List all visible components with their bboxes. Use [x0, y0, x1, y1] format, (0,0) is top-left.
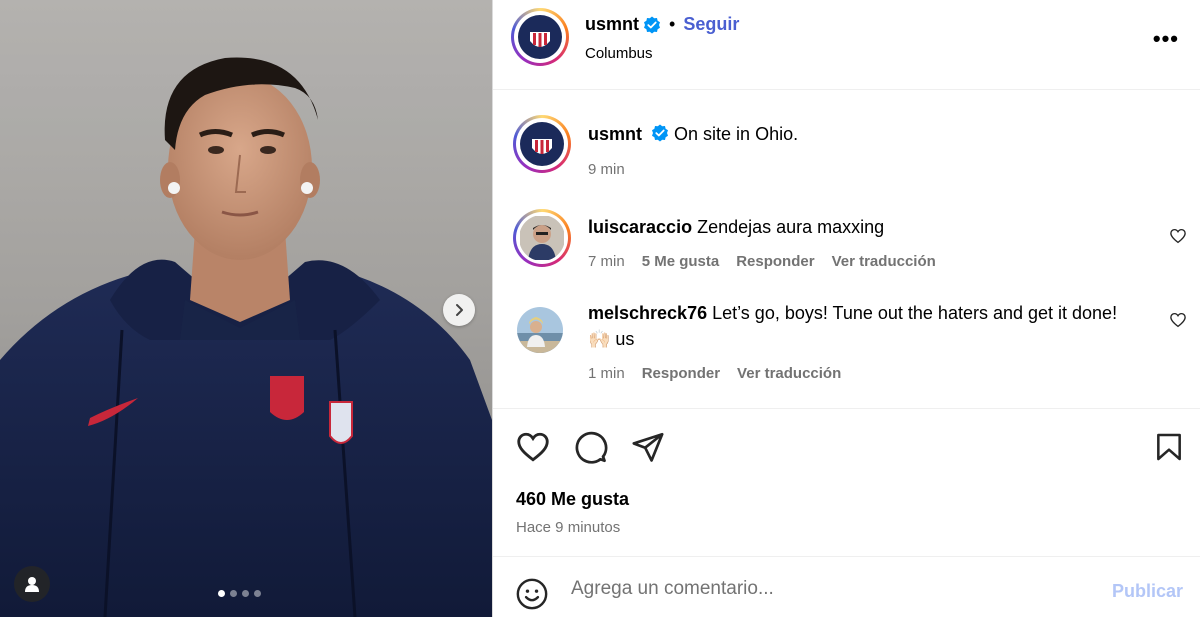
comment-meta: 7 min 5 Me gusta Responder Ver traducció…: [588, 253, 936, 270]
publish-button[interactable]: Publicar: [1112, 581, 1183, 602]
comment-time[interactable]: 7 min: [588, 253, 625, 270]
carousel-dot: [218, 590, 225, 597]
more-options-button[interactable]: •••: [1153, 26, 1179, 52]
caption-avatar[interactable]: [513, 115, 571, 173]
carousel-dot: [242, 590, 249, 597]
user-tag-icon: [25, 577, 39, 592]
carousel-indicator: [218, 590, 261, 597]
comment-composer: Publicar: [493, 556, 1200, 617]
verified-icon: [652, 124, 669, 142]
reply-button[interactable]: Responder: [736, 253, 814, 270]
comment-username[interactable]: luiscaraccio: [588, 217, 692, 237]
caption-username[interactable]: usmnt: [588, 124, 642, 144]
comment-username[interactable]: melschreck76: [588, 303, 707, 323]
post-location[interactable]: Columbus: [585, 45, 653, 62]
commenter-photo: [517, 307, 563, 353]
carousel-dot: [230, 590, 237, 597]
comment-body: Zendejas aura maxxing: [697, 217, 885, 237]
bookmark-icon[interactable]: [1153, 429, 1185, 465]
comment-icon[interactable]: [573, 429, 608, 465]
caption-body: On site in Ohio.: [674, 124, 799, 144]
author-username[interactable]: usmnt: [585, 14, 639, 35]
usa-crest-icon: [518, 15, 562, 59]
commenter-avatar[interactable]: [517, 307, 563, 353]
commenter-avatar[interactable]: [513, 209, 571, 267]
comment-text: melschreck76 Let’s go, boys! Tune out th…: [588, 300, 1128, 352]
comment-like-icon[interactable]: [1169, 311, 1187, 329]
chevron-right-icon: [456, 304, 463, 316]
author-avatar[interactable]: [511, 8, 569, 66]
comments-list[interactable]: usmnt On site in Ohio. 9 min luiscaracci…: [493, 91, 1200, 408]
header-title: usmnt • Seguir: [585, 14, 739, 35]
translate-button[interactable]: Ver traducción: [832, 253, 936, 270]
post-actions: 460 Me gusta Hace 9 minutos: [493, 408, 1200, 556]
send-icon[interactable]: [631, 429, 665, 465]
post-timestamp[interactable]: Hace 9 minutos: [516, 519, 620, 536]
comment-text: luiscaraccio Zendejas aura maxxing: [588, 214, 1128, 240]
caption-text: usmnt On site in Ohio.: [588, 121, 1128, 147]
comment-time[interactable]: 1 min: [588, 365, 625, 382]
usa-crest-icon: [520, 122, 564, 166]
reply-button[interactable]: Responder: [642, 365, 720, 382]
follow-button[interactable]: Seguir: [683, 14, 739, 35]
post-header: usmnt • Seguir Columbus •••: [493, 0, 1200, 90]
post-media[interactable]: [0, 0, 492, 617]
title-separator: •: [669, 14, 676, 34]
carousel-dot: [254, 590, 261, 597]
tagged-users-button[interactable]: [14, 566, 50, 602]
comment-like-icon[interactable]: [1169, 227, 1187, 245]
post-panel: usmnt • Seguir Columbus ••• usmnt On sit…: [492, 0, 1200, 617]
likes-count[interactable]: 460 Me gusta: [516, 489, 629, 510]
caption-meta: 9 min: [588, 161, 625, 178]
carousel-next-button[interactable]: [443, 294, 475, 326]
heart-icon[interactable]: [515, 429, 551, 465]
comment-likes[interactable]: 5 Me gusta: [642, 253, 720, 270]
caption-time[interactable]: 9 min: [588, 161, 625, 178]
comment-meta: 1 min Responder Ver traducción: [588, 365, 841, 382]
post-photo: [0, 0, 492, 617]
commenter-photo: [520, 216, 564, 260]
emoji-icon[interactable]: [515, 577, 549, 611]
translate-button[interactable]: Ver traducción: [737, 365, 841, 382]
comment-input[interactable]: [571, 575, 1091, 603]
verified-icon: [644, 16, 660, 33]
